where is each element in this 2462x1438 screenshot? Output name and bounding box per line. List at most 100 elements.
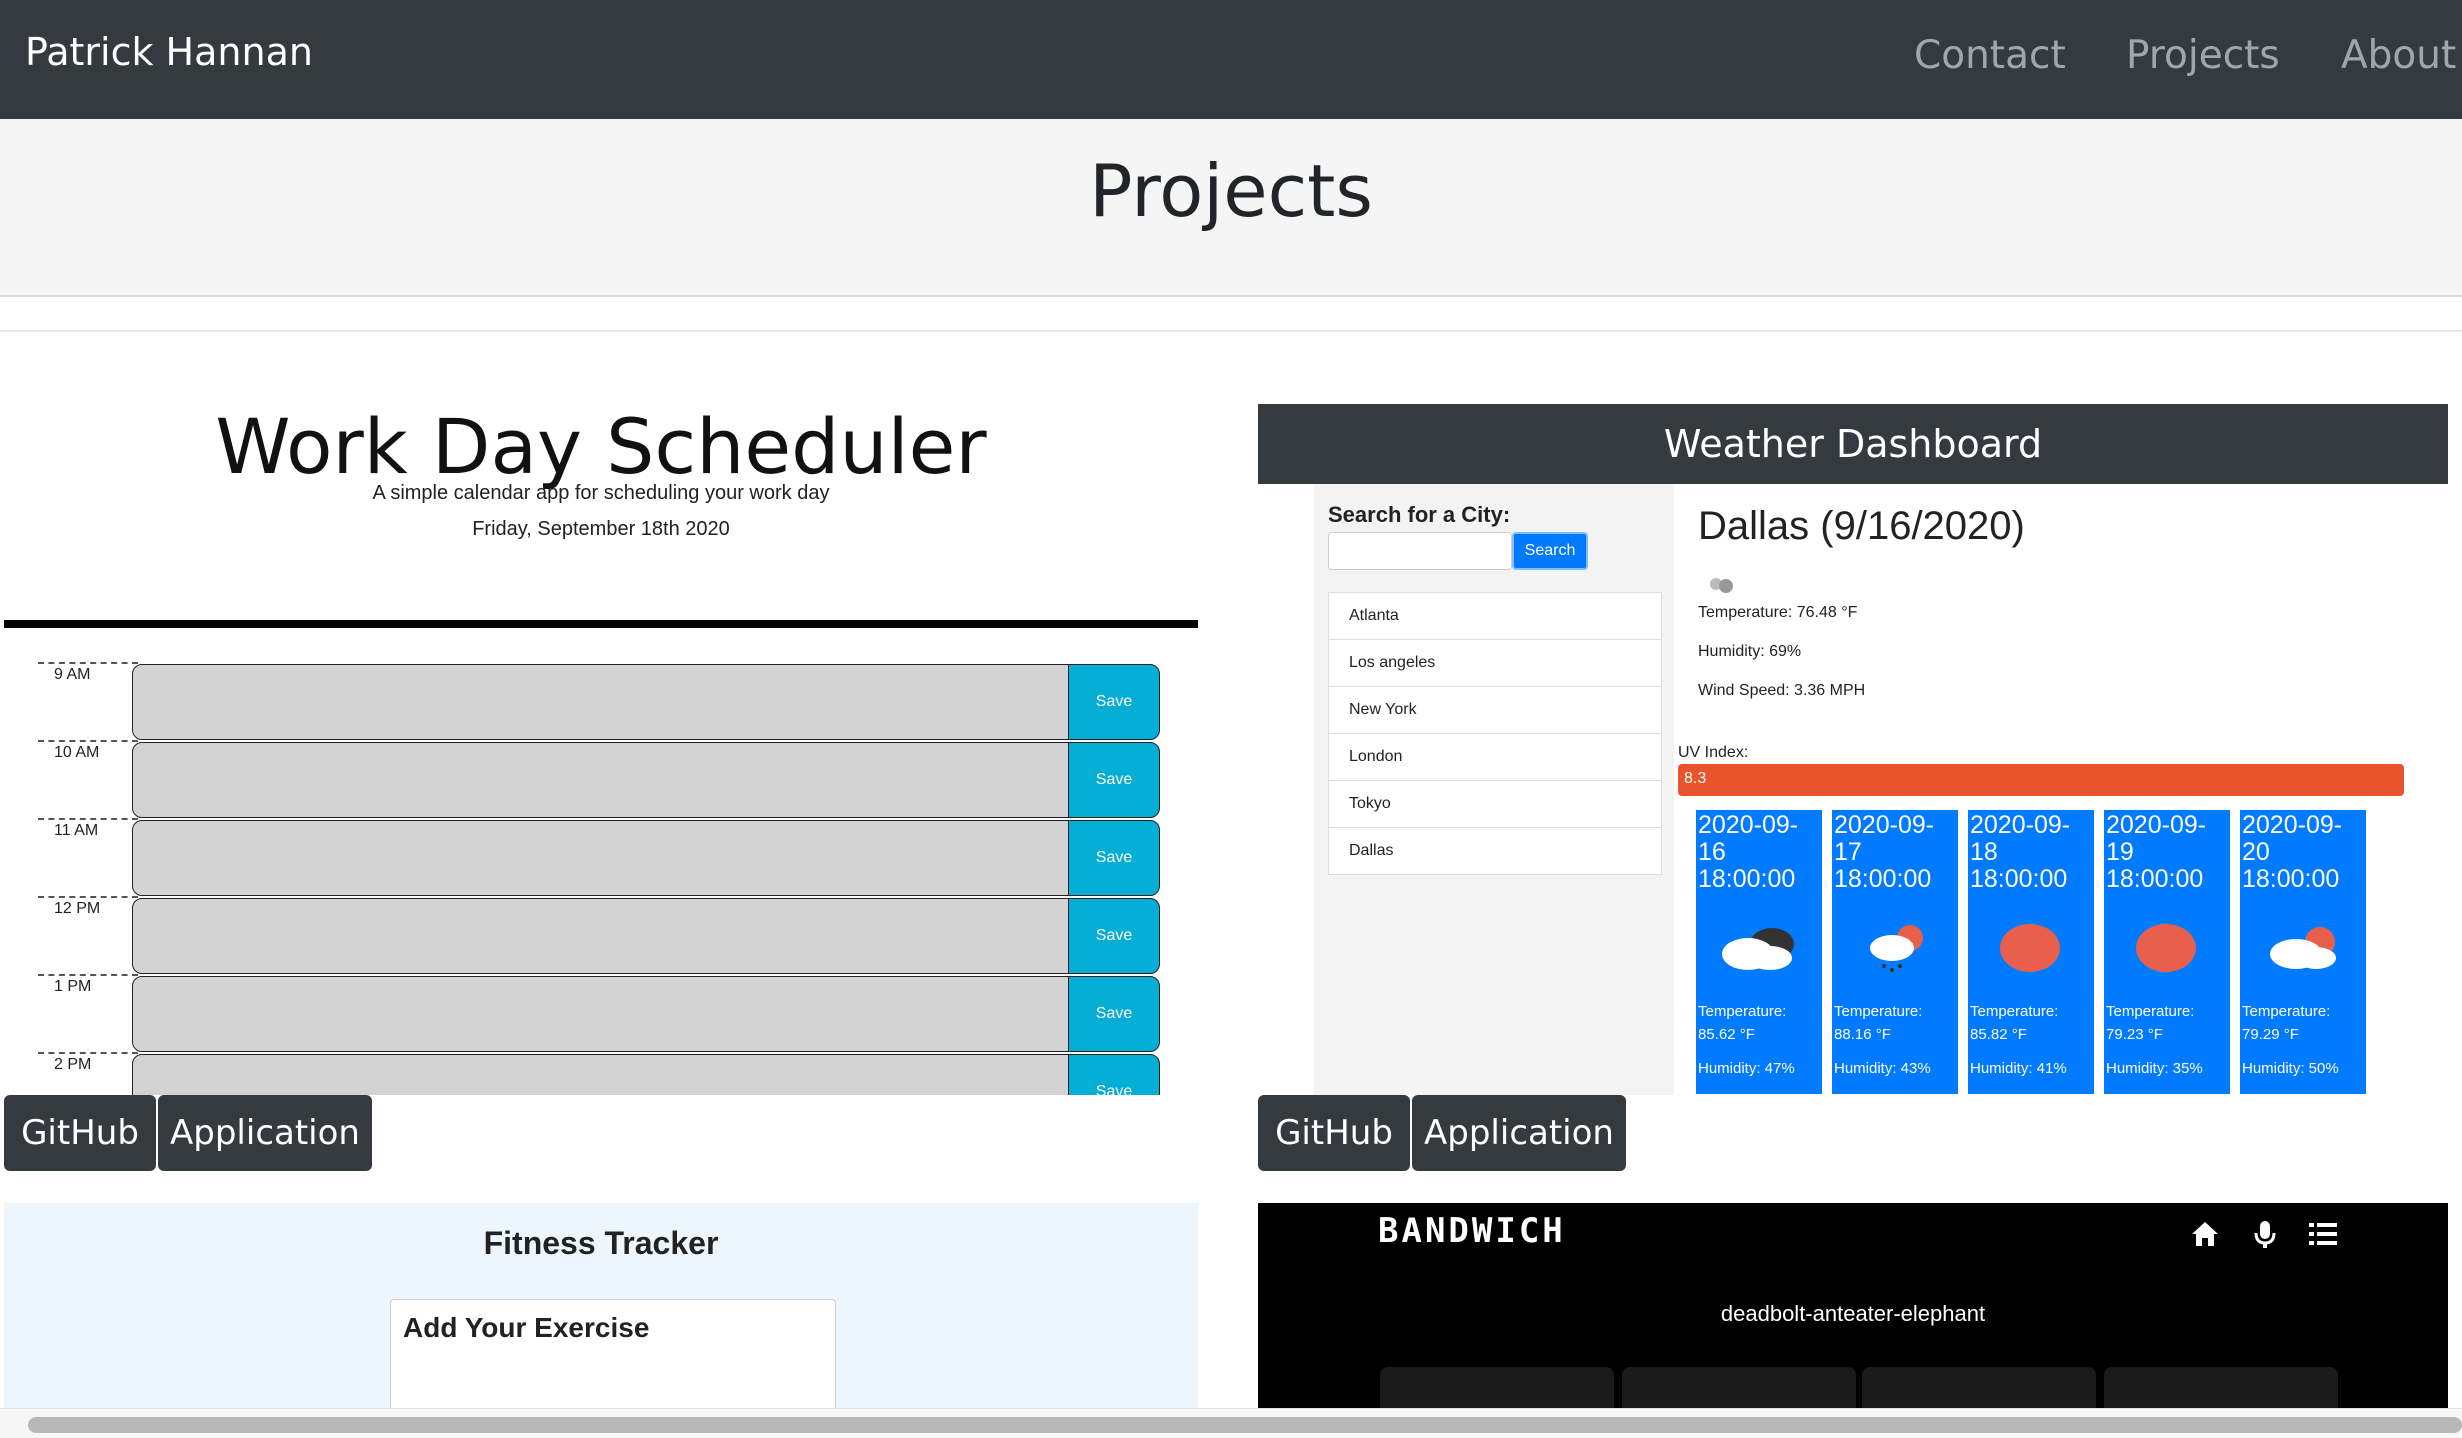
hour-label: 2 PM xyxy=(38,1052,138,1095)
weather-screenshot: Weather Dashboard Search for a City: Sea… xyxy=(1258,404,2448,1095)
add-exercise-card: Add Your Exercise xyxy=(390,1299,836,1408)
hour-label: 11 AM xyxy=(38,818,138,896)
event-textarea[interactable] xyxy=(132,820,1072,896)
bandwich-tile xyxy=(2104,1367,2338,1408)
hour-label: 1 PM xyxy=(38,974,138,1052)
forecast-date: 2020-09- 17 18:00:00 xyxy=(1834,811,1935,893)
forecast-card: 2020-09- 16 18:00:00 Temperature: 85.62 … xyxy=(1696,810,1822,1094)
nav-about-link[interactable]: About xyxy=(2341,33,2456,78)
hour-label: 10 AM xyxy=(38,740,138,818)
forecast-card: 2020-09- 20 18:00:00 Temperature: 79.29 … xyxy=(2240,810,2366,1094)
weather-github-button[interactable]: GitHub xyxy=(1258,1095,1410,1171)
forecast-temperature: Temperature: 85.82 °F xyxy=(1970,1003,2059,1043)
event-textarea[interactable] xyxy=(132,898,1072,974)
city-list-item[interactable]: Dallas xyxy=(1328,827,1662,875)
scheduler-divider xyxy=(4,620,1198,628)
save-button[interactable]: Save xyxy=(1068,820,1160,896)
save-button[interactable]: Save xyxy=(1068,898,1160,974)
add-exercise-title: Add Your Exercise xyxy=(403,1312,650,1343)
scheduler-date: Friday, September 18th 2020 xyxy=(472,518,730,540)
fitness-screenshot: Fitness Tracker Add Your Exercise xyxy=(4,1203,1198,1408)
current-wind: Wind Speed: 3.36 MPH xyxy=(1698,682,1866,699)
bandwich-tile xyxy=(1862,1367,2096,1408)
forecast-temperature: Temperature: 88.16 °F xyxy=(1834,1003,1923,1043)
scrollbar-thumb[interactable] xyxy=(28,1417,2462,1433)
uv-label: UV Index: xyxy=(1678,744,1749,761)
time-block: 11 AM Save xyxy=(4,818,1198,896)
city-list-item[interactable]: London xyxy=(1328,733,1662,781)
current-humidity: Humidity: 69% xyxy=(1698,643,1802,660)
scheduler-title: Work Day Scheduler xyxy=(215,402,987,491)
scheduler-application-button[interactable]: Application xyxy=(158,1095,372,1171)
scheduler-subtitle: A simple calendar app for scheduling you… xyxy=(372,482,830,504)
forecast-card: 2020-09- 17 18:00:00 Temperature: 88.16 … xyxy=(1832,810,1958,1094)
city-search-input[interactable] xyxy=(1328,532,1512,570)
forecast-date: 2020-09- 18 18:00:00 xyxy=(1970,811,2071,893)
save-button[interactable]: Save xyxy=(1068,1054,1160,1095)
microphone-icon xyxy=(2254,1221,2276,1248)
forecast-humidity: Humidity: 41% xyxy=(1970,1060,2067,1077)
forecast-humidity: Humidity: 43% xyxy=(1834,1060,1931,1077)
hour-label: 9 AM xyxy=(38,662,138,740)
divider xyxy=(0,330,2462,332)
forecast-date: 2020-09- 19 18:00:00 xyxy=(2106,811,2207,893)
forecast-humidity: Humidity: 50% xyxy=(2242,1060,2339,1077)
save-button[interactable]: Save xyxy=(1068,742,1160,818)
nav-projects-link[interactable]: Projects xyxy=(2126,33,2280,78)
sun-icon xyxy=(2136,924,2196,972)
time-block: 12 PM Save xyxy=(4,896,1198,974)
page-title: Projects xyxy=(1089,149,1373,233)
event-textarea[interactable] xyxy=(132,742,1072,818)
forecast-temperature: Temperature: 79.23 °F xyxy=(2106,1003,2195,1043)
forecast-temperature: Temperature: 79.29 °F xyxy=(2242,1003,2331,1043)
weather-sidebar: Search for a City: Search Atlanta Los an… xyxy=(1314,484,1674,1095)
nav-contact-link[interactable]: Contact xyxy=(1914,33,2066,78)
search-label: Search for a City: xyxy=(1328,502,1511,527)
time-block: 10 AM Save xyxy=(4,740,1198,818)
horizontal-scrollbar[interactable] xyxy=(0,1408,2462,1438)
current-temperature: Temperature: 76.48 °F xyxy=(1698,604,1858,621)
home-icon xyxy=(2192,1222,2218,1246)
bandwich-tile xyxy=(1622,1367,1856,1408)
event-textarea[interactable] xyxy=(132,664,1072,740)
city-list-item[interactable]: New York xyxy=(1328,686,1662,734)
event-textarea[interactable] xyxy=(132,976,1072,1052)
cloud-sun-icon xyxy=(2270,927,2336,969)
forecast-date: 2020-09- 16 18:00:00 xyxy=(1698,811,1799,893)
scheduler-screenshot: Work Day Scheduler A simple calendar app… xyxy=(4,380,1198,1095)
time-block: 9 AM Save xyxy=(4,662,1198,740)
bandwich-words: deadbolt-anteater-elephant xyxy=(1720,1301,1986,1326)
forecast-card: 2020-09- 19 18:00:00 Temperature: 79.23 … xyxy=(2104,810,2230,1094)
scheduler-github-button[interactable]: GitHub xyxy=(4,1095,156,1171)
city-list-item[interactable]: Los angeles xyxy=(1328,639,1662,687)
weather-small-icon xyxy=(1710,578,1733,593)
navbar: Patrick Hannan Contact Projects About xyxy=(0,0,2462,119)
forecast-card: 2020-09- 18 18:00:00 Temperature: 85.82 … xyxy=(1968,810,2094,1094)
weather-application-button[interactable]: Application xyxy=(1412,1095,1626,1171)
cloud-dark-icon xyxy=(1722,928,1794,970)
weather-header: Weather Dashboard xyxy=(1258,404,2448,484)
list-icon xyxy=(2309,1223,2337,1245)
uv-index-badge: 8.3 xyxy=(1678,764,2404,796)
city-list-item[interactable]: Tokyo xyxy=(1328,780,1662,828)
bandwich-logo: BANDWICH xyxy=(1378,1211,1566,1251)
save-button[interactable]: Save xyxy=(1068,664,1160,740)
city-list-item[interactable]: Atlanta xyxy=(1328,592,1662,640)
event-textarea[interactable] xyxy=(132,1054,1072,1095)
time-block: 2 PM Save xyxy=(4,1052,1198,1095)
forecast-temperature: Temperature: 85.62 °F xyxy=(1698,1003,1787,1043)
brand-link[interactable]: Patrick Hannan xyxy=(25,30,313,74)
save-button[interactable]: Save xyxy=(1068,976,1160,1052)
time-block: 1 PM Save xyxy=(4,974,1198,1052)
rain-sun-icon xyxy=(1870,925,1923,972)
page-header: Projects xyxy=(0,119,2462,297)
search-button[interactable]: Search xyxy=(1512,532,1588,570)
hour-label: 12 PM xyxy=(38,896,138,974)
forecast-humidity: Humidity: 47% xyxy=(1698,1060,1795,1077)
forecast-date: 2020-09- 20 18:00:00 xyxy=(2242,811,2343,893)
current-city-title: Dallas (9/16/2020) xyxy=(1698,504,2025,548)
sun-icon xyxy=(2000,924,2060,972)
bandwich-tile xyxy=(1380,1367,1614,1408)
fitness-title: Fitness Tracker xyxy=(483,1225,719,1261)
forecast-humidity: Humidity: 35% xyxy=(2106,1060,2203,1077)
